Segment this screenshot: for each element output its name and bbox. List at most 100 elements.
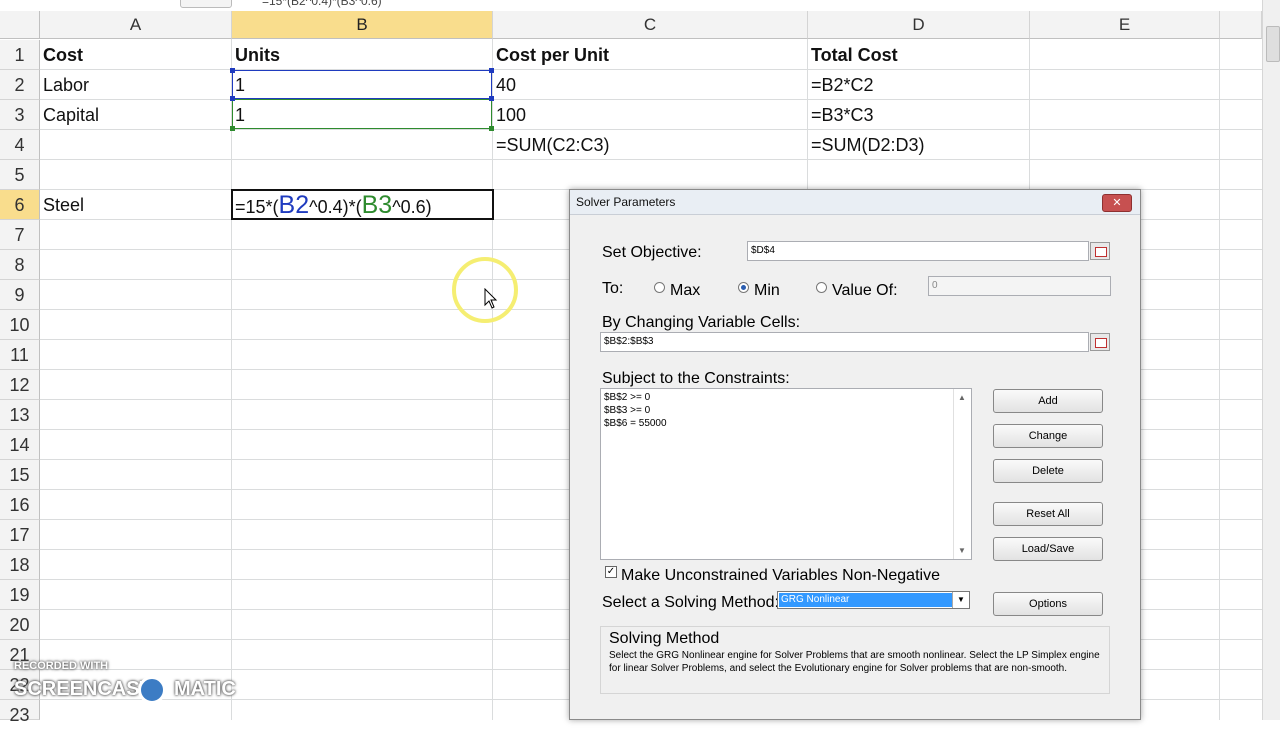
close-button[interactable]: ✕ bbox=[1102, 194, 1132, 212]
row-header-9[interactable]: 9 bbox=[0, 280, 40, 310]
max-label[interactable]: Max bbox=[670, 282, 700, 300]
row-header-10[interactable]: 10 bbox=[0, 310, 40, 340]
ref-handle[interactable] bbox=[489, 126, 494, 131]
cell-c2[interactable]: 40 bbox=[496, 70, 516, 100]
collapse-dialog-changing-icon[interactable] bbox=[1090, 333, 1110, 351]
row-header-18[interactable]: 18 bbox=[0, 550, 40, 580]
cell-a3[interactable]: Capital bbox=[43, 100, 99, 130]
change-button[interactable]: Change bbox=[993, 424, 1103, 448]
row-header-16[interactable]: 16 bbox=[0, 490, 40, 520]
mouse-cursor-icon bbox=[484, 288, 498, 309]
collapse-dialog-objective-icon[interactable] bbox=[1090, 242, 1110, 260]
cell-a2[interactable]: Labor bbox=[43, 70, 89, 100]
value-of-label[interactable]: Value Of: bbox=[832, 282, 898, 300]
changing-cells-label: By Changing Variable Cells: bbox=[602, 314, 801, 331]
cell-d1[interactable]: Total Cost bbox=[811, 40, 898, 70]
min-radio[interactable] bbox=[738, 282, 749, 293]
row-header-13[interactable]: 13 bbox=[0, 400, 40, 430]
ref-handle[interactable] bbox=[230, 96, 235, 101]
watermark-line1: RECORDED WITH bbox=[14, 660, 109, 672]
set-objective-label: Set Objective: bbox=[602, 244, 702, 261]
active-cell-b6[interactable]: =15*(B2^0.4)*(B3^0.6) bbox=[231, 189, 494, 220]
row-header-5[interactable]: 5 bbox=[0, 160, 40, 190]
max-radio[interactable] bbox=[654, 282, 665, 293]
ref-handle[interactable] bbox=[230, 126, 235, 131]
row-header-17[interactable]: 17 bbox=[0, 520, 40, 550]
solving-method-label: Select a Solving Method: bbox=[602, 594, 779, 611]
scroll-up-icon[interactable]: ▲ bbox=[958, 393, 966, 402]
cell-b1[interactable]: Units bbox=[235, 40, 280, 70]
list-item[interactable]: $B$3 >= 0 bbox=[604, 405, 650, 416]
row-header-7[interactable]: 7 bbox=[0, 220, 40, 250]
solving-method-select[interactable]: GRG Nonlinear ▼ bbox=[777, 591, 970, 609]
formula-edit-text[interactable]: =15*(B2^0.4)*(B3^0.6) bbox=[235, 190, 432, 222]
cell-d4[interactable]: =SUM(D2:D3) bbox=[811, 130, 925, 160]
column-header-e[interactable]: E bbox=[1030, 11, 1220, 39]
row-header-2[interactable]: 2 bbox=[0, 70, 40, 100]
ref-b2: B2 bbox=[278, 191, 310, 219]
ref-box-b3 bbox=[232, 99, 492, 129]
ref-b3: B3 bbox=[361, 191, 393, 219]
constraints-list[interactable]: $B$2 >= 0 $B$3 >= 0 $B$6 = 55000 ▲ ▼ bbox=[600, 388, 972, 560]
dialog-titlebar[interactable]: Solver Parameters ✕ bbox=[570, 190, 1140, 215]
ref-box-b2 bbox=[232, 70, 492, 99]
dropdown-arrow-icon[interactable]: ▼ bbox=[952, 592, 969, 608]
column-header-a[interactable]: A bbox=[40, 11, 232, 39]
scrollbar-thumb[interactable] bbox=[1266, 26, 1280, 62]
list-item[interactable]: $B$2 >= 0 bbox=[604, 392, 650, 403]
changing-cells-input[interactable]: $B$2:$B$3 bbox=[600, 332, 1089, 352]
row-header-12[interactable]: 12 bbox=[0, 370, 40, 400]
nonnegative-checkbox[interactable]: ✓ bbox=[605, 566, 617, 578]
group-description: Select the GRG Nonlinear engine for Solv… bbox=[609, 650, 1100, 674]
options-button[interactable]: Options bbox=[993, 592, 1103, 616]
row-header-11[interactable]: 11 bbox=[0, 340, 40, 370]
ref-handle[interactable] bbox=[489, 68, 494, 73]
screencast-logo-icon bbox=[138, 676, 166, 704]
cell-d2[interactable]: =B2*C2 bbox=[811, 70, 874, 100]
vertical-scrollbar[interactable] bbox=[1262, 0, 1280, 720]
row-header-23[interactable]: 23 bbox=[0, 700, 40, 725]
solving-method-value[interactable]: GRG Nonlinear bbox=[779, 593, 953, 607]
value-of-input[interactable]: 0 bbox=[928, 276, 1111, 296]
list-item[interactable]: $B$6 = 55000 bbox=[604, 418, 667, 429]
row-header-6[interactable]: 6 bbox=[0, 190, 40, 220]
ref-handle[interactable] bbox=[230, 68, 235, 73]
column-header-c[interactable]: C bbox=[493, 11, 808, 39]
cell-c4[interactable]: =SUM(C2:C3) bbox=[496, 130, 610, 160]
group-title: Solving Method bbox=[609, 630, 720, 647]
list-scrollbar[interactable]: ▲ ▼ bbox=[953, 389, 971, 559]
row-header-3[interactable]: 3 bbox=[0, 100, 40, 130]
cell-a1[interactable]: Cost bbox=[43, 40, 83, 70]
select-all-corner[interactable] bbox=[0, 11, 40, 39]
constraints-label: Subject to the Constraints: bbox=[602, 370, 790, 387]
cell-c1[interactable]: Cost per Unit bbox=[496, 40, 609, 70]
min-label[interactable]: Min bbox=[754, 282, 780, 300]
value-of-radio[interactable] bbox=[816, 282, 827, 293]
row-header-8[interactable]: 8 bbox=[0, 250, 40, 280]
name-box[interactable] bbox=[180, 0, 232, 8]
ref-handle[interactable] bbox=[489, 96, 494, 101]
row-header-15[interactable]: 15 bbox=[0, 460, 40, 490]
formula-bar-text[interactable]: =15*(B2^0.4)*(B3^0.6) bbox=[262, 0, 382, 8]
delete-button[interactable]: Delete bbox=[993, 459, 1103, 483]
column-header-b[interactable]: B bbox=[232, 11, 493, 39]
set-objective-input[interactable]: $D$4 bbox=[747, 241, 1089, 261]
row-header-1[interactable]: 1 bbox=[0, 40, 40, 70]
cell-a6[interactable]: Steel bbox=[43, 190, 84, 220]
column-header-d[interactable]: D bbox=[808, 11, 1030, 39]
row-header-20[interactable]: 20 bbox=[0, 610, 40, 640]
load-save-button[interactable]: Load/Save bbox=[993, 537, 1103, 561]
watermark-line3: MATIC bbox=[174, 678, 236, 700]
scroll-down-icon[interactable]: ▼ bbox=[958, 546, 966, 555]
row-header-14[interactable]: 14 bbox=[0, 430, 40, 460]
watermark-line2: SCREENCAST bbox=[14, 678, 152, 700]
reset-all-button[interactable]: Reset All bbox=[993, 502, 1103, 526]
dialog-title: Solver Parameters bbox=[576, 195, 676, 209]
cell-d3[interactable]: =B3*C3 bbox=[811, 100, 874, 130]
column-header-f[interactable] bbox=[1220, 11, 1262, 39]
row-header-4[interactable]: 4 bbox=[0, 130, 40, 160]
add-button[interactable]: Add bbox=[993, 389, 1103, 413]
cell-c3[interactable]: 100 bbox=[496, 100, 526, 130]
nonnegative-label[interactable]: Make Unconstrained Variables Non-Negativ… bbox=[621, 567, 940, 585]
row-header-19[interactable]: 19 bbox=[0, 580, 40, 610]
